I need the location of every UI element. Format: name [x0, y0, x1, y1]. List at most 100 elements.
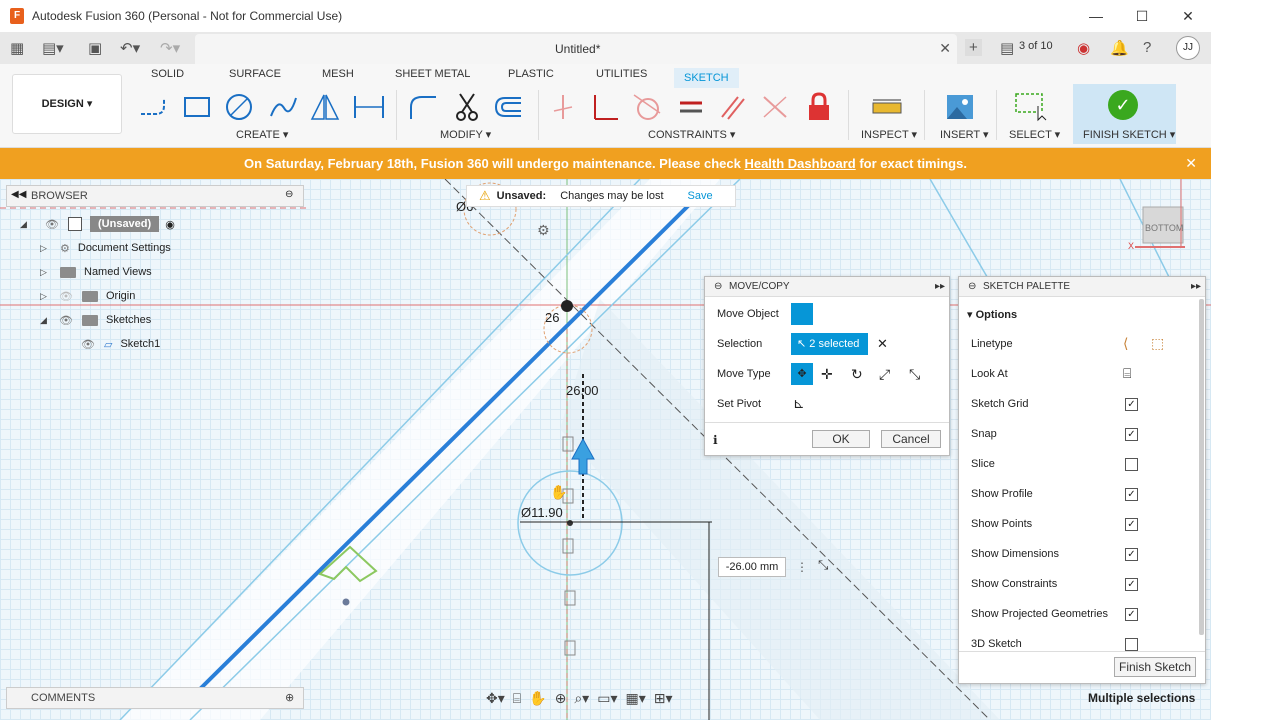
online-status-icon[interactable]: ◉: [1077, 39, 1090, 57]
line-tool-icon[interactable]: [136, 92, 170, 122]
app-grid-icon[interactable]: ▦: [10, 39, 24, 57]
dimension-tool-icon[interactable]: [352, 92, 386, 122]
collapse-icon[interactable]: ◢: [20, 219, 32, 230]
rotate-icon[interactable]: ↻: [851, 366, 863, 383]
tree-item-sketch1[interactable]: 👁 ▱ Sketch1: [20, 332, 160, 356]
palette-collapse-icon[interactable]: ⊖: [968, 277, 976, 297]
orbit-icon[interactable]: ✥▾: [486, 690, 505, 707]
palette-scrollbar[interactable]: [1199, 299, 1204, 635]
distance-input[interactable]: -26.00 mm: [718, 557, 786, 577]
insert-group-label[interactable]: INSERT ▾: [940, 128, 989, 141]
constraints-group-label[interactable]: CONSTRAINTS ▾: [648, 128, 735, 141]
show-points-checkbox[interactable]: ✓: [1125, 518, 1138, 531]
pan-icon[interactable]: ✋: [529, 690, 546, 707]
linetype-construction-icon[interactable]: ⟨: [1123, 335, 1128, 352]
perpendicular-constraint-icon[interactable]: [588, 92, 622, 122]
point-to-position-icon[interactable]: ⤡: [909, 366, 920, 383]
tab-sheet-metal[interactable]: SHEET METAL: [395, 68, 470, 80]
fix-constraint-lock-icon[interactable]: [802, 92, 836, 122]
finish-sketch-button[interactable]: ✓ FINISH SKETCH ▾: [1073, 84, 1176, 144]
close-window-button[interactable]: ✕: [1165, 8, 1211, 25]
tree-item-origin[interactable]: ▷ 👁 Origin: [20, 284, 135, 308]
browser-options-icon[interactable]: ⊖: [285, 189, 293, 200]
collapse-browser-icon[interactable]: ◀◀: [11, 189, 26, 200]
pivot-move-icon[interactable]: ⤡: [818, 557, 828, 573]
show-constraints-checkbox[interactable]: ✓: [1125, 578, 1138, 591]
zoom-window-icon[interactable]: ⌕▾: [574, 690, 589, 707]
browser-panel-header[interactable]: ◀◀ BROWSER ⊖: [6, 185, 304, 207]
diameter-dimension[interactable]: Ø11.90: [521, 505, 563, 520]
distance-dimension[interactable]: 26.00: [566, 383, 599, 398]
show-projected-checkbox[interactable]: ✓: [1125, 608, 1138, 621]
trim-tool-icon[interactable]: [450, 92, 484, 122]
3d-sketch-checkbox[interactable]: [1125, 638, 1138, 651]
select-group-label[interactable]: SELECT ▾: [1009, 128, 1060, 141]
inspect-group-label[interactable]: INSPECT ▾: [861, 128, 917, 141]
options-section[interactable]: ▾ Options: [967, 308, 1017, 321]
comments-panel[interactable]: COMMENTS ⊕: [6, 687, 304, 709]
notifications-icon[interactable]: 🔔: [1110, 39, 1129, 57]
zoom-icon[interactable]: ⊕: [555, 690, 567, 707]
tab-surface[interactable]: SURFACE: [229, 68, 281, 80]
look-at-nav-icon[interactable]: ⌸: [513, 690, 521, 707]
linetype-centerline-icon[interactable]: ⬚: [1151, 335, 1164, 352]
coincident-constraint-icon[interactable]: [546, 92, 580, 122]
parallel-constraint-icon[interactable]: [716, 92, 750, 122]
expand-icon[interactable]: ▷: [40, 291, 52, 302]
info-icon[interactable]: ℹ: [713, 433, 718, 447]
free-move-icon[interactable]: ✥: [791, 363, 813, 385]
health-dashboard-link[interactable]: Health Dashboard: [744, 156, 855, 171]
user-avatar[interactable]: JJ: [1176, 36, 1200, 60]
tree-item-named-views[interactable]: ▷ Named Views: [20, 260, 152, 284]
workspace-switcher[interactable]: DESIGN ▾: [12, 74, 122, 134]
hidden-eye-icon[interactable]: 👁: [58, 290, 74, 303]
ok-button[interactable]: OK: [812, 430, 870, 448]
tab-utilities[interactable]: UTILITIES: [596, 68, 647, 80]
viewports-icon[interactable]: ⊞▾: [654, 690, 673, 707]
create-group-label[interactable]: CREATE ▾: [236, 128, 288, 141]
job-status-icon[interactable]: ▤: [1000, 39, 1014, 57]
sketch-grid-checkbox[interactable]: ✓: [1125, 398, 1138, 411]
selection-value-button[interactable]: ↖ 2 selected: [791, 333, 868, 355]
redo-icon[interactable]: ↷▾: [160, 39, 180, 57]
dialog-header[interactable]: ⊖ MOVE/COPY ▸▸: [705, 277, 949, 297]
measure-ruler-icon[interactable]: [870, 92, 904, 122]
translate-icon[interactable]: ✛: [821, 366, 833, 383]
slice-checkbox[interactable]: [1125, 458, 1138, 471]
tree-item-document-settings[interactable]: ▷ ⚙ Document Settings: [20, 236, 171, 260]
tangent-constraint-icon[interactable]: [630, 92, 664, 122]
expand-icon[interactable]: ▷: [40, 243, 52, 254]
visibility-eye-icon[interactable]: 👁: [44, 218, 60, 231]
offset-tool-icon[interactable]: [492, 92, 526, 122]
minimize-button[interactable]: —: [1073, 8, 1119, 25]
mid-dimension[interactable]: 26: [545, 310, 559, 325]
help-icon[interactable]: ?: [1143, 39, 1151, 56]
dialog-expand-icon[interactable]: ▸▸: [935, 277, 945, 297]
clear-selection-icon[interactable]: ✕: [877, 336, 888, 352]
tab-mesh[interactable]: MESH: [322, 68, 354, 80]
activate-radio-icon[interactable]: ◉: [165, 218, 175, 231]
display-settings-icon[interactable]: ▭▾: [597, 690, 617, 707]
maximize-button[interactable]: ☐: [1119, 8, 1165, 25]
visibility-eye-icon[interactable]: 👁: [58, 314, 74, 327]
visibility-eye-icon[interactable]: 👁: [80, 338, 96, 351]
tree-root[interactable]: ◢ 👁 (Unsaved) ◉: [20, 212, 175, 236]
tab-plastic[interactable]: PLASTIC: [508, 68, 554, 80]
tab-solid[interactable]: SOLID: [151, 68, 184, 80]
palette-expand-icon[interactable]: ▸▸: [1191, 277, 1201, 297]
select-window-icon[interactable]: [1014, 92, 1048, 122]
modify-group-label[interactable]: MODIFY ▾: [440, 128, 491, 141]
undo-icon[interactable]: ↶▾: [120, 39, 140, 57]
grid-settings-icon[interactable]: ▦▾: [625, 690, 645, 707]
new-tab-icon[interactable]: +: [965, 39, 982, 56]
show-profile-checkbox[interactable]: ✓: [1125, 488, 1138, 501]
circle-tool-icon[interactable]: [222, 92, 256, 122]
move-object-selector[interactable]: [791, 303, 813, 325]
spline-tool-icon[interactable]: [266, 92, 300, 122]
look-at-icon[interactable]: ⌸: [1123, 365, 1131, 382]
snap-checkbox[interactable]: ✓: [1125, 428, 1138, 441]
show-dimensions-checkbox[interactable]: ✓: [1125, 548, 1138, 561]
collapse-icon[interactable]: ◢: [40, 315, 52, 326]
expand-icon[interactable]: ▷: [40, 267, 52, 278]
save-icon[interactable]: ▣: [88, 39, 102, 57]
